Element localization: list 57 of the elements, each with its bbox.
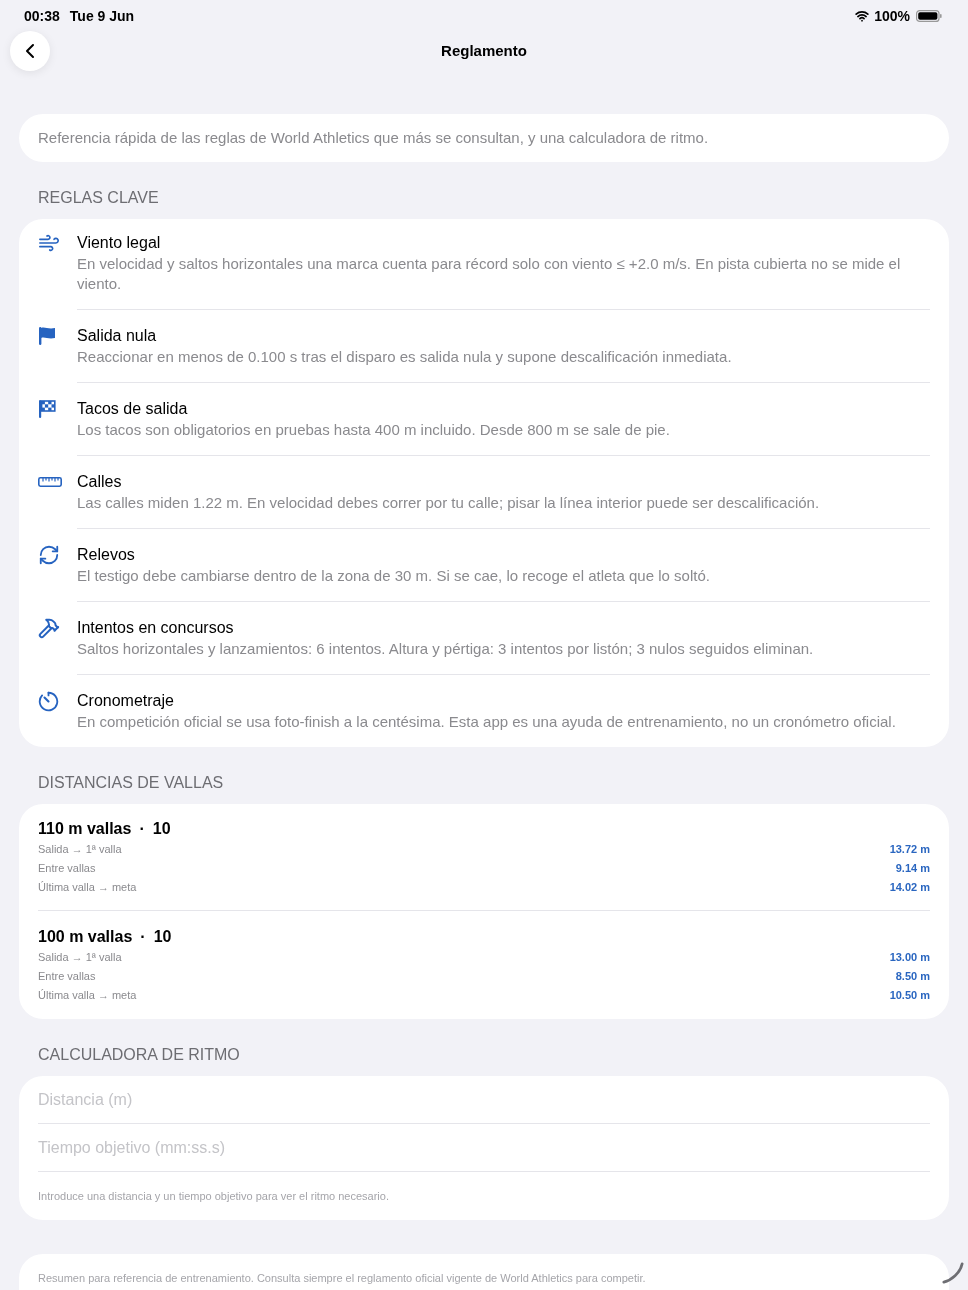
- checkered-flag-icon: [38, 399, 56, 419]
- input-field[interactable]: Distancia (m): [38, 1076, 930, 1124]
- rule-title: Tacos de salida: [77, 399, 189, 419]
- distance-value: 10.50 m: [889, 988, 930, 1004]
- rule-description: Los tacos son obligatorios en pruebas hasta 400 m incluido. Desde 800 m se sale de pie.: [77, 420, 671, 440]
- page-title: Reglamento: [441, 41, 527, 61]
- rule-description: Saltos horizontales y lanzamientos: 6 intentos. Altura y pértiga: 3 intentos por listón; 3 nulos seguidos eliminan.: [77, 639, 815, 659]
- back-button[interactable]: [10, 31, 50, 71]
- distance-label: Salida → 1ª valla: [38, 950, 122, 966]
- rule-title: Relevos: [77, 545, 136, 565]
- flag-icon: [38, 326, 56, 346]
- circular-arrows-icon: [38, 544, 60, 566]
- timer-icon: [38, 690, 59, 712]
- rule-description: En competición oficial se usa foto-finish a la centésima. Esta app es una ayuda de entrenamiento, no un cronómetro oficial.: [77, 712, 897, 732]
- distance-value: 9.14 m: [895, 861, 930, 877]
- distance-label: Entre vallas: [38, 969, 96, 985]
- battery-icon: [916, 9, 942, 22]
- distance-value: 8.50 m: [895, 969, 930, 985]
- rule-title: Viento legal: [77, 233, 162, 253]
- intro-text: Referencia rápida de las reglas de World Athletics que más se consultan, y una calculadora de ritmo.: [38, 128, 709, 148]
- hurdle-count: 10: [152, 819, 171, 839]
- rule-description: Reaccionar en menos de 0.100 s tras el disparo es salida nula y supone descalificación inmediata.: [77, 347, 733, 367]
- separator-dot: ·: [139, 819, 145, 839]
- rule-title: Salida nula: [77, 326, 158, 346]
- calculator-hint: Introduce una distancia y un tiempo objetivo para ver el ritmo necesario.: [38, 1189, 389, 1203]
- ruler-icon: [38, 477, 62, 487]
- input-field[interactable]: Tiempo objetivo (mm:ss.s): [38, 1124, 930, 1172]
- footer-note: Resumen para referencia de entrenamiento. Consulta siempre el reglamento oficial vigente de World Athletics para competir.: [38, 1271, 647, 1285]
- rule-description: En velocidad y saltos horizontales una marca cuenta para récord solo con viento ≤ +2.0 m/s. En pista cubierta no se mide el viento.: [77, 254, 902, 294]
- text-input[interactable]: Tiempo objetivo (mm:ss.s): [38, 1135, 930, 1160]
- distance-label: Salida → 1ª valla: [38, 842, 122, 858]
- status-date: Tue 9 Jun: [69, 6, 135, 25]
- battery-percentage: 100%: [874, 6, 910, 25]
- separator-dot: ·: [140, 927, 146, 947]
- rule-title: Cronometraje: [77, 691, 175, 711]
- distance-label: Última valla → meta: [38, 988, 137, 1004]
- rule-description: Las calles miden 1.22 m. En velocidad debes correr por tu calle; pisar la línea interior puede ser descalificación.: [77, 493, 821, 513]
- status-time: 00:38: [24, 6, 60, 25]
- section-header: CALCULADORA DE RITMO: [38, 1045, 241, 1065]
- distance-value: 14.02 m: [889, 880, 930, 896]
- hurdle-event-title: 110 m vallas: [38, 819, 132, 839]
- rule-title: Intentos en concursos: [77, 618, 235, 638]
- text-input[interactable]: Distancia (m): [38, 1087, 930, 1112]
- hurdle-count: 10: [153, 927, 172, 947]
- wind-icon: [38, 232, 60, 254]
- distance-label: Entre vallas: [38, 861, 96, 877]
- distance-value: 13.72 m: [889, 842, 930, 858]
- section-header: DISTANCIAS DE VALLAS: [38, 773, 225, 793]
- section-header: REGLAS CLAVE: [38, 188, 160, 208]
- corner-gesture-icon: [942, 1262, 964, 1284]
- hurdle-event-title: 100 m vallas: [38, 927, 133, 947]
- wifi-icon: [854, 8, 871, 23]
- rule-description: El testigo debe cambiarse dentro de la zona de 30 m. Si se cae, lo recoge el atleta que lo soltó.: [77, 566, 711, 586]
- hammer-icon: [38, 617, 60, 639]
- distance-value: 13.00 m: [889, 950, 930, 966]
- rule-title: Calles: [77, 472, 123, 492]
- distance-label: Última valla → meta: [38, 880, 137, 896]
